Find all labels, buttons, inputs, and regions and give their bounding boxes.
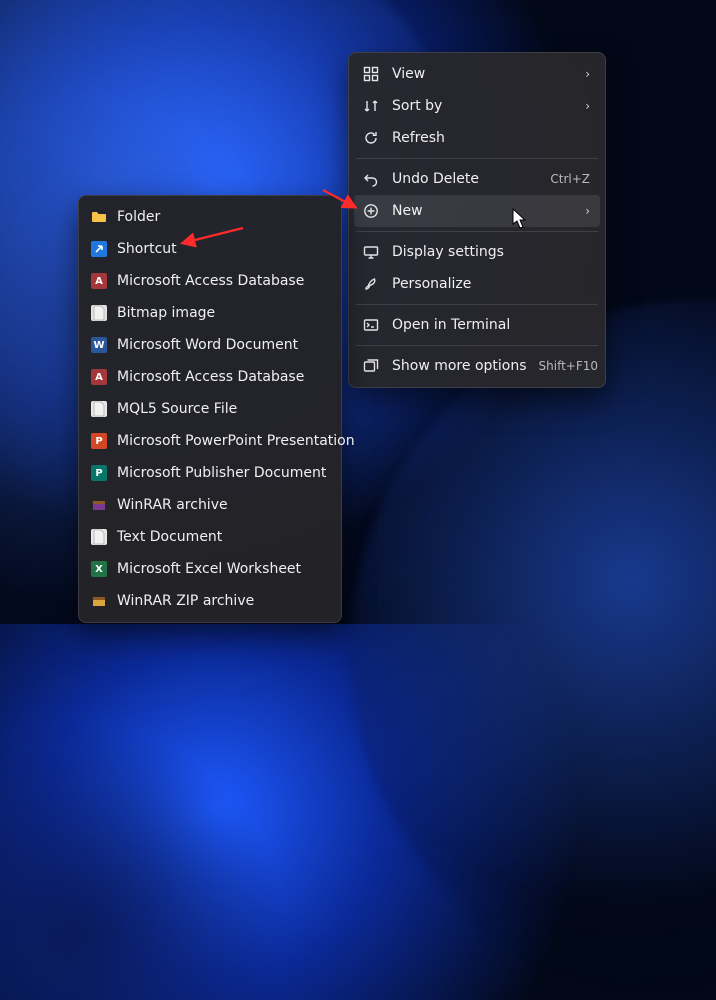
mouse-cursor-icon [512, 208, 528, 230]
annotation-arrows [0, 0, 716, 624]
